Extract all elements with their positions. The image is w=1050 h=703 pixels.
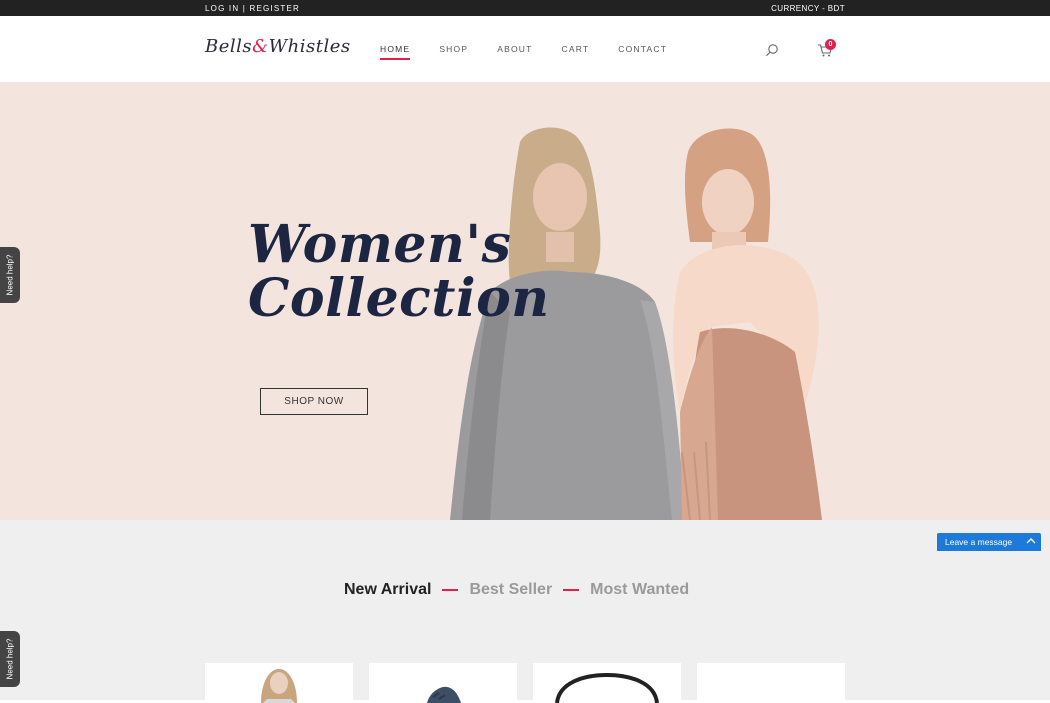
product-image <box>427 686 461 703</box>
product-image <box>261 669 297 703</box>
site-header: Bells&Whistles HOME SHOP ABOUT CART CONT… <box>0 16 1050 82</box>
auth-links: LOG IN | REGISTER <box>205 4 300 13</box>
product-card[interactable] <box>697 663 845 703</box>
products-section: New Arrival Best Seller Most Wanted <box>0 520 1050 703</box>
nav-shop[interactable]: SHOP <box>439 44 468 54</box>
brand-name-part2: Whistles <box>268 36 351 57</box>
brand-logo[interactable]: Bells&Whistles <box>205 36 351 57</box>
shop-now-button[interactable]: SHOP NOW <box>260 388 368 415</box>
product-image <box>555 672 659 703</box>
nav-about[interactable]: ABOUT <box>497 44 532 54</box>
brand-name-part1: Bells <box>205 36 253 57</box>
tab-most-wanted[interactable]: Most Wanted <box>590 581 689 599</box>
main-nav: HOME SHOP ABOUT CART CONTACT <box>380 44 696 60</box>
brand-ampersand: & <box>252 36 269 57</box>
cart-count-badge: 0 <box>825 39 836 50</box>
product-card[interactable] <box>533 663 681 703</box>
nav-home[interactable]: HOME <box>380 44 411 60</box>
currency-selector[interactable]: CURRENCY - BDT <box>771 4 845 13</box>
chevron-up-icon[interactable] <box>1026 536 1036 546</box>
top-bar: LOG IN | REGISTER CURRENCY - BDT <box>0 0 1050 16</box>
need-help-tab[interactable]: Need help? <box>0 247 20 303</box>
product-card[interactable] <box>205 663 353 703</box>
tab-new-arrival[interactable]: New Arrival <box>344 581 431 599</box>
need-help-label: Need help? <box>5 638 15 680</box>
tab-separator <box>442 589 459 591</box>
nav-cart[interactable]: CART <box>561 44 589 54</box>
hero-title-line1: Women's <box>248 214 512 275</box>
leave-message-widget[interactable]: Leave a message <box>937 533 1041 551</box>
hero-banner: Women's Collection SHOP NOW <box>0 82 1050 520</box>
product-card[interactable] <box>369 663 517 703</box>
hero-title-line2: Collection <box>248 268 550 329</box>
login-link[interactable]: LOG IN <box>205 4 239 13</box>
leave-message-label: Leave a message <box>945 537 1013 547</box>
register-link[interactable]: REGISTER <box>249 4 300 13</box>
need-help-tab[interactable]: Need help? <box>0 631 20 687</box>
tab-separator <box>563 589 580 591</box>
auth-separator: | <box>242 4 247 13</box>
search-icon[interactable] <box>765 43 779 57</box>
nav-contact[interactable]: CONTACT <box>618 44 667 54</box>
hero-title: Women's Collection <box>248 218 550 326</box>
product-tabs: New Arrival Best Seller Most Wanted <box>344 581 689 599</box>
need-help-label: Need help? <box>5 254 15 296</box>
tab-best-seller[interactable]: Best Seller <box>469 581 552 599</box>
